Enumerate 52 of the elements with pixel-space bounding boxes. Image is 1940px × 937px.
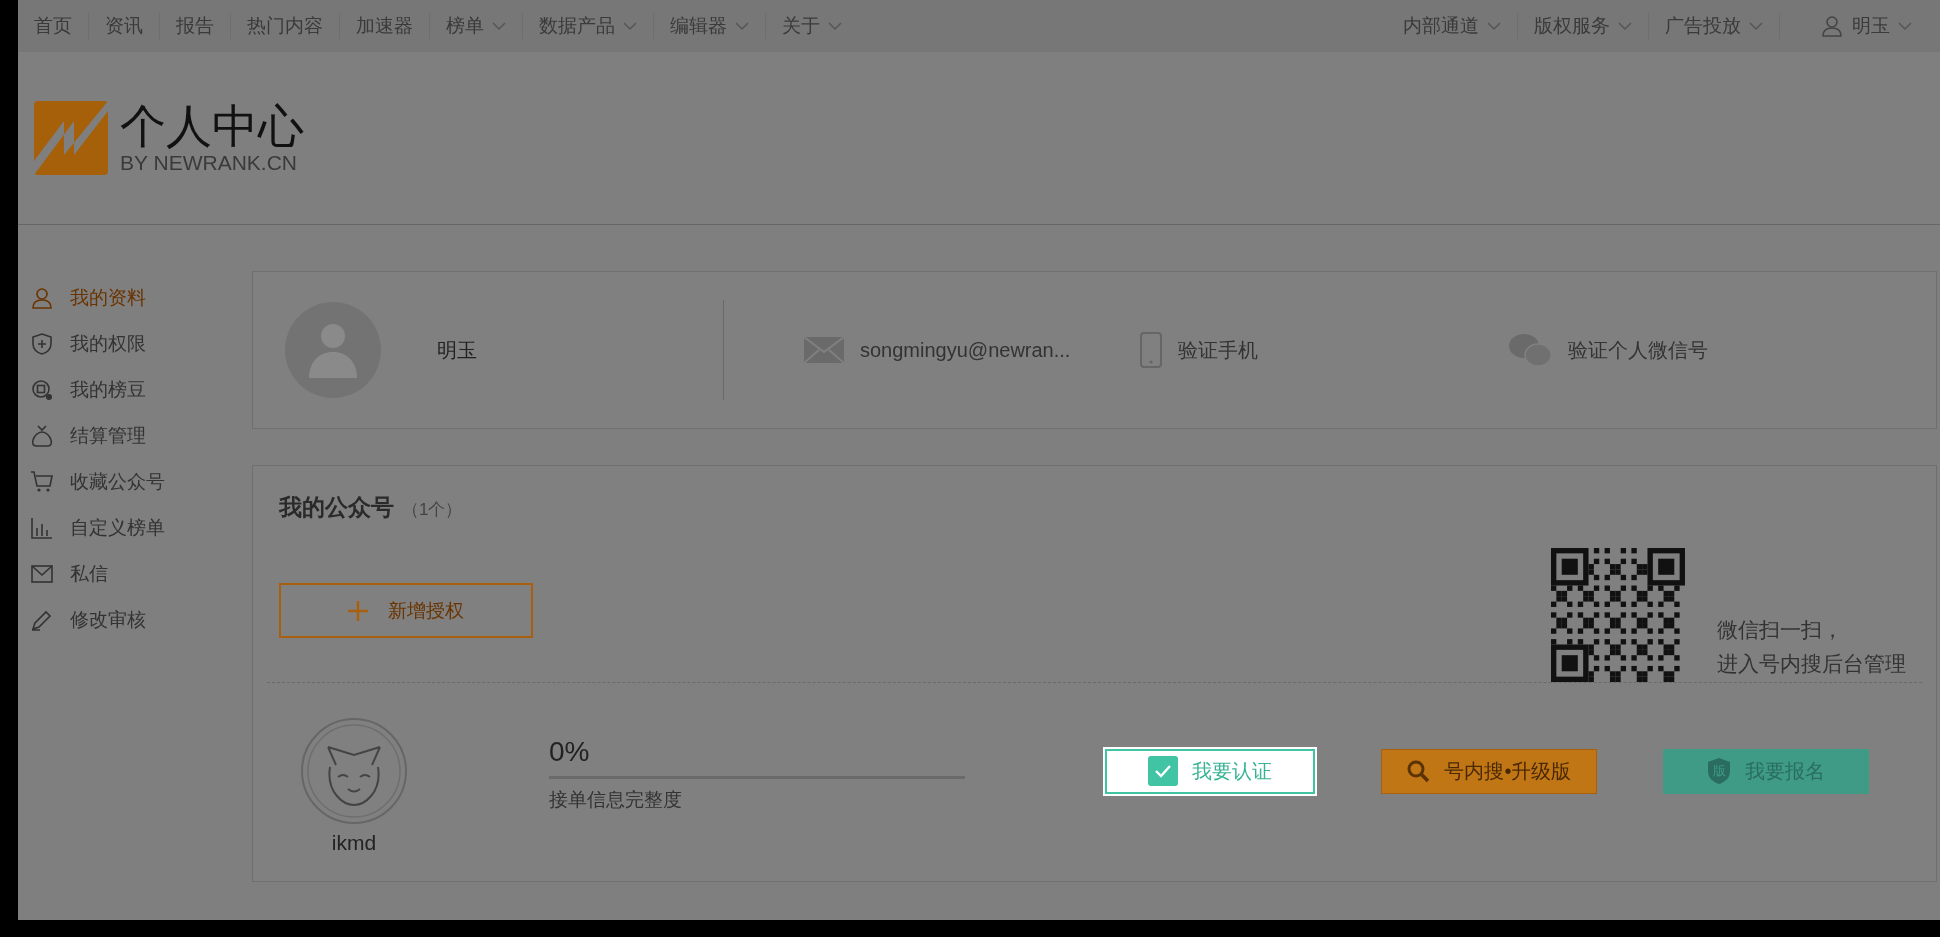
cat-avatar-icon [300, 717, 408, 825]
search-icon [1406, 759, 1431, 783]
nav-link[interactable]: 关于 [766, 13, 858, 39]
sidebar-item[interactable]: 我的权限 [30, 329, 252, 359]
user-menu[interactable]: 明玉 [1780, 13, 1928, 39]
qr-caption: 进入号内搜后台管理 [1717, 651, 1906, 677]
nav-link[interactable]: 编辑器 [654, 13, 766, 39]
contact-text[interactable]: 验证手机 [1178, 336, 1259, 364]
completeness-reading: 0% [549, 735, 591, 768]
sidebar-item[interactable]: 私信 [30, 559, 252, 589]
nav-link[interactable]: 广告投放 [1649, 13, 1780, 39]
sidebar-item[interactable]: 自定义榜单 [30, 513, 252, 543]
shield-icon [30, 332, 54, 356]
account-count: （1个） [402, 499, 463, 521]
person-icon [1820, 14, 1844, 38]
nav-link[interactable]: 热门内容 [231, 13, 340, 39]
nav-link[interactable]: 报告 [160, 13, 231, 39]
money-bag-icon [30, 424, 54, 448]
section-title: 我的公众号 [279, 493, 394, 522]
sidebar-item[interactable]: 修改审核 [30, 605, 252, 635]
progress-label: 接单信息完整度 [549, 787, 683, 812]
sidebar-item[interactable]: 我的资料 [30, 283, 252, 313]
pencil-icon [30, 608, 54, 632]
person-icon [30, 286, 54, 310]
account-name: ikmd [331, 831, 377, 855]
nav-link[interactable]: 内部通道 [1387, 13, 1518, 39]
verify-button[interactable]: 我要认证 [1105, 748, 1315, 794]
logo-icon [34, 101, 108, 175]
nav-link[interactable]: 版权服务 [1518, 13, 1649, 39]
sidebar-item[interactable]: 结算管理 [30, 421, 252, 451]
envelope-icon [30, 562, 54, 586]
contact-text[interactable]: 验证个人微信号 [1568, 336, 1709, 364]
coin-icon [30, 378, 54, 402]
nav-link[interactable]: 数据产品 [523, 13, 654, 39]
nav-link[interactable]: 资讯 [89, 13, 160, 39]
page-subtitle: BY NEWRANK.CN [120, 151, 298, 176]
add-button[interactable]: 新增授权 [279, 583, 533, 638]
nav-link[interactable]: 首页 [18, 13, 89, 39]
contact-text: songmingyu@newran... [860, 338, 1071, 362]
cart-icon [30, 470, 54, 494]
check-icon [1148, 756, 1178, 786]
user-name: 明玉 [437, 337, 478, 363]
sidebar-item[interactable]: 收藏公众号 [30, 467, 252, 497]
nav-link[interactable]: 加速器 [340, 13, 430, 39]
bar-chart-icon [30, 516, 54, 540]
plus-icon [348, 600, 368, 621]
sidebar-item[interactable]: 我的榜豆 [30, 375, 252, 405]
upgrade-button[interactable]: 号内搜•升级版 [1381, 748, 1597, 794]
qr-caption: 微信扫一扫， [1717, 617, 1844, 643]
nav-link[interactable]: 榜单 [430, 13, 523, 39]
page-title: 个人中心 [120, 100, 304, 152]
phone-icon [1140, 332, 1163, 368]
